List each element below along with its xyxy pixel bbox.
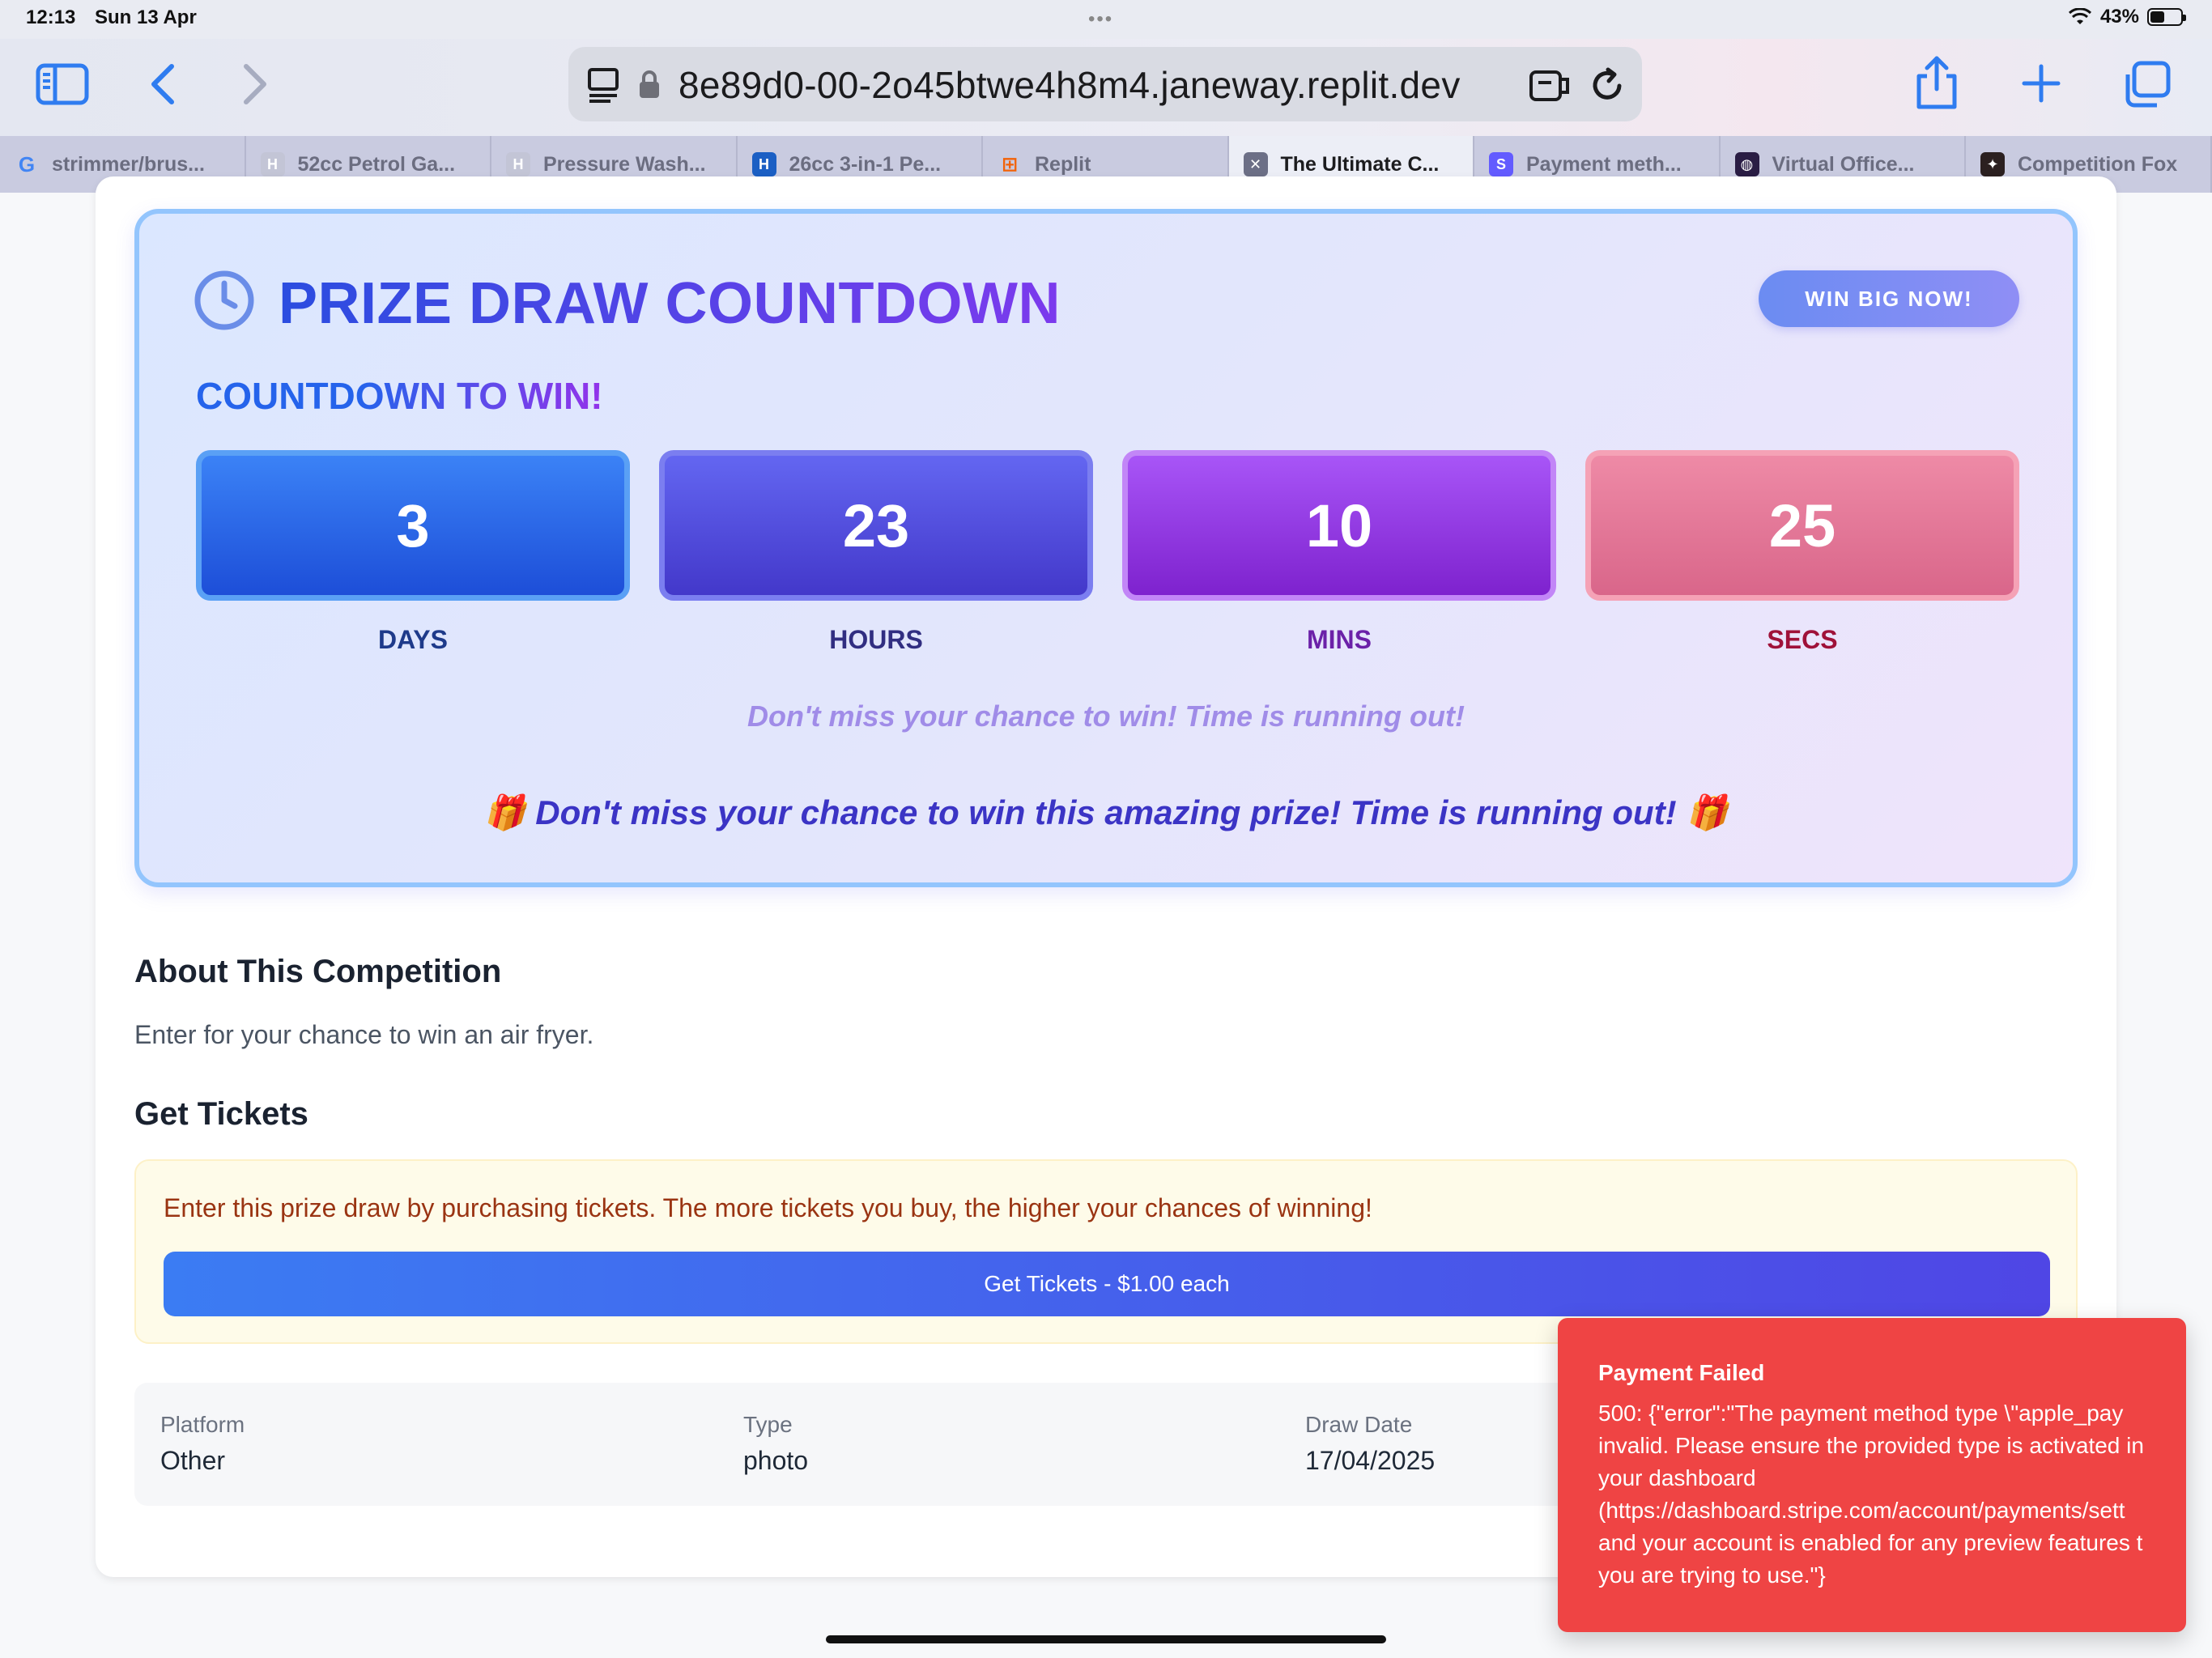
toast-title: Payment Failed — [1598, 1360, 1765, 1385]
tab-label: strimmer/brus... — [52, 152, 205, 176]
extension-icon[interactable] — [1529, 68, 1571, 104]
tab-label: Virtual Office... — [1772, 152, 1915, 176]
x-icon: ✕ — [1243, 152, 1268, 176]
tab-label: Replit — [1035, 152, 1091, 176]
sidebar-icon[interactable] — [36, 63, 89, 105]
tab-label: Pressure Wash... — [543, 152, 706, 176]
tab-label: Competition Fox — [2018, 152, 2178, 176]
forward-icon[interactable] — [240, 62, 272, 107]
tab-label: Payment meth... — [1526, 152, 1682, 176]
tab-label: The Ultimate C... — [1280, 152, 1440, 176]
toast-line: your dashboard — [1598, 1465, 1756, 1490]
tab-label: 26cc 3-in-1 Pe... — [789, 152, 942, 176]
toast-line: you are trying to use."} — [1598, 1562, 1826, 1588]
page-menu-icon[interactable] — [586, 66, 622, 104]
globe-icon: ◍ — [1734, 152, 1759, 176]
battery-icon — [2147, 8, 2186, 26]
reload-icon[interactable] — [1589, 66, 1626, 104]
toast-line: invalid. Please ensure the provided type… — [1598, 1433, 2144, 1458]
lock-icon — [640, 70, 659, 98]
tab-label: 52cc Petrol Ga... — [297, 152, 456, 176]
status-date: Sun 13 Apr — [95, 6, 197, 28]
wifi-icon — [2068, 8, 2091, 24]
toast-line: 500: {"error":"The payment method type \… — [1598, 1401, 2124, 1426]
google-icon: G — [18, 151, 36, 176]
get-tickets-button[interactable]: Get Tickets - $1.00 each — [164, 1252, 2050, 1316]
tab-overview-icon[interactable] — [2121, 60, 2173, 108]
h-icon: H — [260, 152, 285, 176]
browser-toolbar: 8e89d0-00-2o45btwe4h8m4.janeway.replit.d… — [0, 39, 2212, 136]
status-time: 12:13 — [26, 6, 76, 28]
share-icon[interactable] — [1912, 55, 1961, 110]
toast-line: (https://dashboard.stripe.com/account/pa… — [1598, 1498, 2125, 1523]
h-icon: H — [506, 152, 530, 176]
toast-line: and your account is enabled for any prev… — [1598, 1530, 2143, 1555]
url-text: 8e89d0-00-2o45btwe4h8m4.janeway.replit.d… — [678, 64, 1461, 106]
address-bar[interactable]: 8e89d0-00-2o45btwe4h8m4.janeway.replit.d… — [568, 47, 1642, 121]
new-tab-icon[interactable] — [2021, 63, 2061, 104]
status-bar: 12:13 Sun 13 Apr ••• 43% — [0, 0, 2212, 39]
stripe-icon: S — [1489, 152, 1513, 176]
h-icon: H — [751, 152, 776, 176]
back-icon[interactable] — [146, 62, 178, 107]
battery-level — [2150, 11, 2165, 23]
replit-icon: ⊞ — [1001, 153, 1019, 176]
toast-message: 500: {"error":"The payment method type \… — [1598, 1397, 2186, 1592]
payment-failed-toast[interactable]: Payment Failed 500: {"error":"The paymen… — [1558, 1318, 2186, 1632]
fox-icon: ✦ — [1980, 152, 2005, 176]
battery-percent: 43% — [2099, 6, 2139, 28]
multitasking-dots-icon[interactable]: ••• — [1088, 8, 1113, 31]
